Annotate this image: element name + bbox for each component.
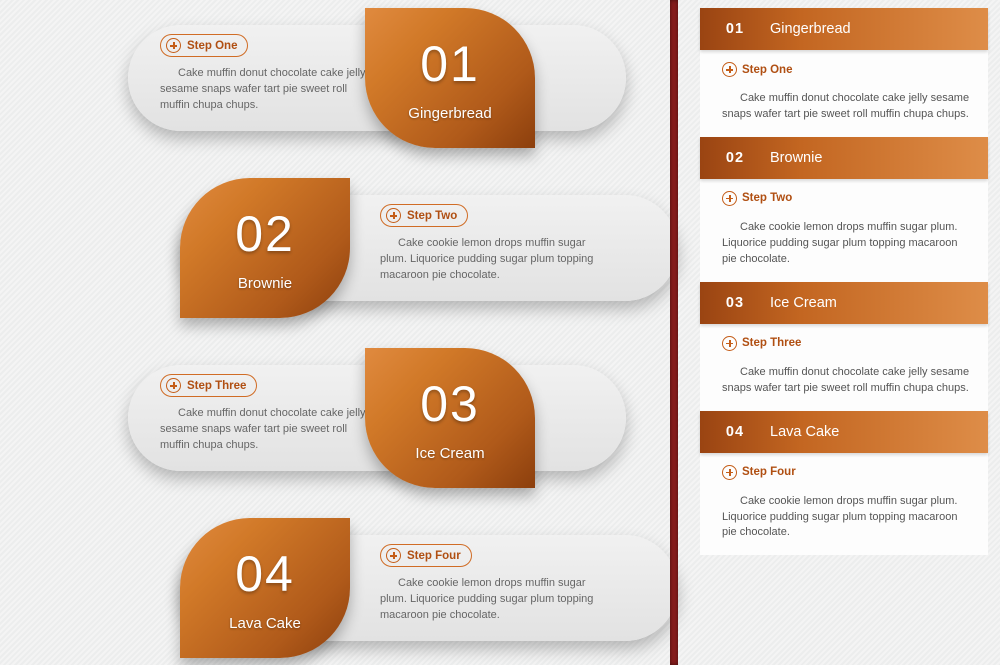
right-title: Lava Cake: [770, 424, 839, 440]
step-tag: Step Two: [380, 204, 468, 227]
right-desc: Cake cookie lemon drops muffin sugar plu…: [722, 494, 970, 542]
plus-icon: [722, 191, 737, 206]
right-number: 01: [700, 21, 770, 37]
right-number: 03: [700, 295, 770, 311]
step-desc: Cake muffin donut chocolate cake jelly s…: [160, 406, 375, 454]
right-step-tag: Step Four: [722, 465, 796, 480]
step-row-4: 04 Lava Cake Step Four Cake cookie lemon…: [100, 518, 620, 658]
right-desc: Cake muffin donut chocolate cake jelly s…: [722, 91, 970, 123]
plus-icon: [386, 548, 401, 563]
step-text: Step One Cake muffin donut chocolate cak…: [160, 34, 375, 114]
step-text: Step Two Cake cookie lemon drops muffin …: [380, 204, 595, 284]
right-desc: Cake cookie lemon drops muffin sugar plu…: [722, 220, 970, 268]
step-desc: Cake cookie lemon drops muffin sugar plu…: [380, 576, 595, 624]
step-title: Lava Cake: [229, 615, 301, 632]
step-number: 01: [420, 39, 480, 89]
right-desc: Cake muffin donut chocolate cake jelly s…: [722, 365, 970, 397]
right-item-1: 01 Gingerbread Step One Cake muffin donu…: [700, 8, 988, 137]
step-label: Step Four: [407, 550, 461, 562]
plus-icon: [166, 38, 181, 53]
right-title: Brownie: [770, 150, 822, 166]
step-row-3: Step Three Cake muffin donut chocolate c…: [100, 348, 620, 488]
step-row-1: Step One Cake muffin donut chocolate cak…: [100, 8, 620, 148]
plus-icon: [722, 336, 737, 351]
right-title: Gingerbread: [770, 21, 851, 37]
right-header: 03 Ice Cream: [700, 282, 988, 324]
step-row-2: 02 Brownie Step Two Cake cookie lemon dr…: [100, 178, 620, 318]
step-label: Step Three: [187, 380, 246, 392]
right-item-3: 03 Ice Cream Step Three Cake muffin donu…: [700, 282, 988, 411]
plus-icon: [166, 378, 181, 393]
plus-icon: [722, 62, 737, 77]
right-item-4: 04 Lava Cake Step Four Cake cookie lemon…: [700, 411, 988, 556]
right-number: 02: [700, 150, 770, 166]
leaf-badge: 01 Gingerbread: [365, 8, 535, 148]
right-step-tag: Step Two: [722, 191, 792, 206]
step-number: 02: [235, 209, 295, 259]
plus-icon: [386, 208, 401, 223]
right-step-tag: Step Three: [722, 336, 801, 351]
step-title: Ice Cream: [415, 445, 484, 462]
step-text: Step Three Cake muffin donut chocolate c…: [160, 374, 375, 454]
infographic-right: 01 Gingerbread Step One Cake muffin donu…: [700, 8, 988, 555]
step-title: Gingerbread: [408, 105, 491, 122]
step-number: 03: [420, 379, 480, 429]
leaf-badge: 02 Brownie: [180, 178, 350, 318]
leaf-badge: 04 Lava Cake: [180, 518, 350, 658]
right-header: 04 Lava Cake: [700, 411, 988, 453]
step-label: Step One: [187, 40, 237, 52]
step-tag: Step Three: [160, 374, 257, 397]
right-step-label: Step Four: [742, 466, 796, 478]
step-label: Step Two: [407, 210, 457, 222]
right-header: 01 Gingerbread: [700, 8, 988, 50]
right-step-label: Step Three: [742, 337, 801, 349]
step-text: Step Four Cake cookie lemon drops muffin…: [380, 544, 595, 624]
right-step-tag: Step One: [722, 62, 792, 77]
right-header: 02 Brownie: [700, 137, 988, 179]
step-desc: Cake cookie lemon drops muffin sugar plu…: [380, 236, 595, 284]
right-step-label: Step Two: [742, 192, 792, 204]
right-number: 04: [700, 424, 770, 440]
right-title: Ice Cream: [770, 295, 837, 311]
leaf-badge: 03 Ice Cream: [365, 348, 535, 488]
step-number: 04: [235, 549, 295, 599]
vertical-divider: [670, 0, 678, 665]
plus-icon: [722, 465, 737, 480]
step-desc: Cake muffin donut chocolate cake jelly s…: [160, 66, 375, 114]
step-tag: Step One: [160, 34, 248, 57]
right-item-2: 02 Brownie Step Two Cake cookie lemon dr…: [700, 137, 988, 282]
right-step-label: Step One: [742, 64, 792, 76]
infographic-left: Step One Cake muffin donut chocolate cak…: [100, 8, 620, 665]
step-tag: Step Four: [380, 544, 472, 567]
step-title: Brownie: [238, 275, 292, 292]
